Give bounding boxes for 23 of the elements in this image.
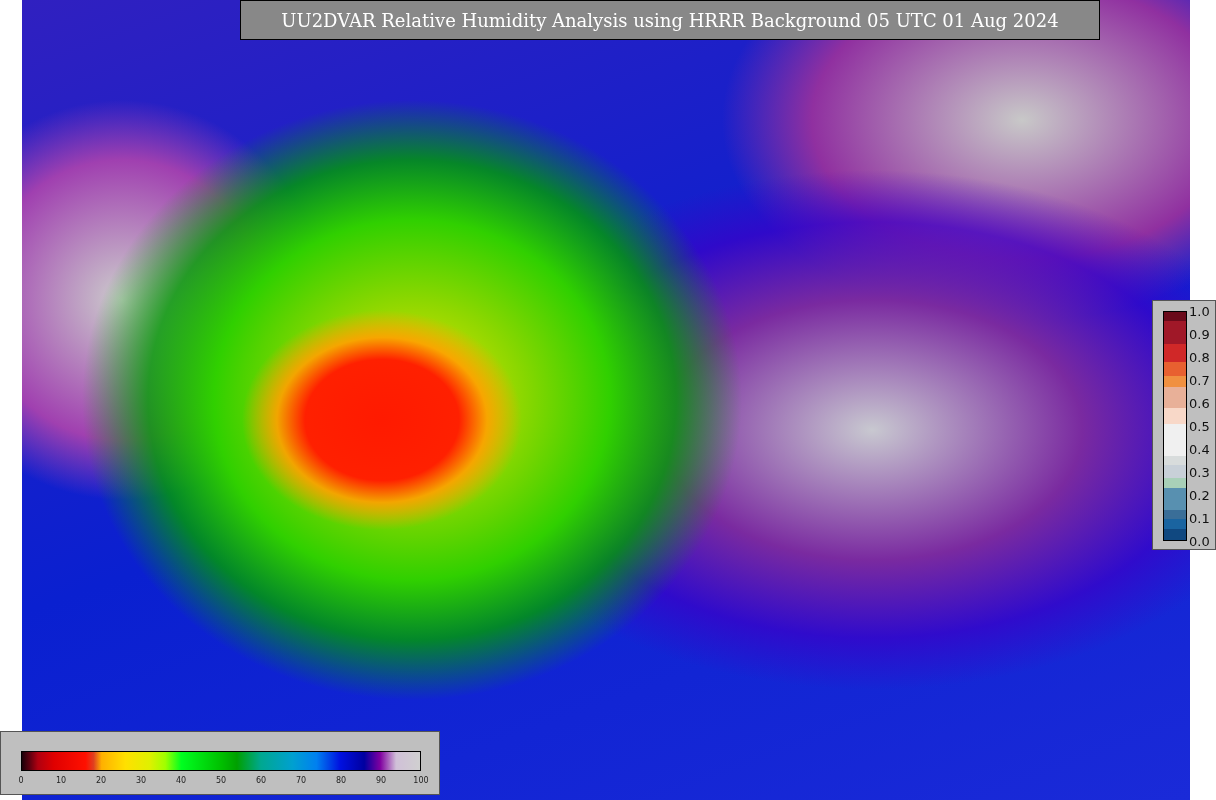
tick-label: 90 <box>375 776 387 785</box>
tick-label: 0.5 <box>1189 418 1210 434</box>
tick-label: 60 <box>255 776 267 785</box>
tick-label: 0.9 <box>1189 326 1210 342</box>
tick-label: 30 <box>135 776 147 785</box>
tick-label: 100 <box>413 776 429 785</box>
tick-label: 0.7 <box>1189 372 1210 388</box>
tick-label: 1.0 <box>1189 303 1210 319</box>
tick-label: 0.6 <box>1189 395 1210 411</box>
tick-label: 10 <box>55 776 67 785</box>
tick-label: 0 <box>18 776 24 785</box>
tick-label: 40 <box>175 776 187 785</box>
tick-label: 0.1 <box>1189 510 1210 526</box>
tick-label: 0.2 <box>1189 487 1210 503</box>
tick-label: 20 <box>95 776 107 785</box>
tick-label: 0.8 <box>1189 349 1210 365</box>
tick-label: 80 <box>335 776 347 785</box>
tick-label: 50 <box>215 776 227 785</box>
map-title: UU2DVAR Relative Humidity Analysis using HRRR Background 05 UTC 01 Aug 2024 <box>240 0 1100 40</box>
tick-label: 0.3 <box>1189 464 1210 480</box>
tick-label: 70 <box>295 776 307 785</box>
tick-label: 0.4 <box>1189 441 1210 457</box>
tick-label: 0.0 <box>1189 533 1210 549</box>
